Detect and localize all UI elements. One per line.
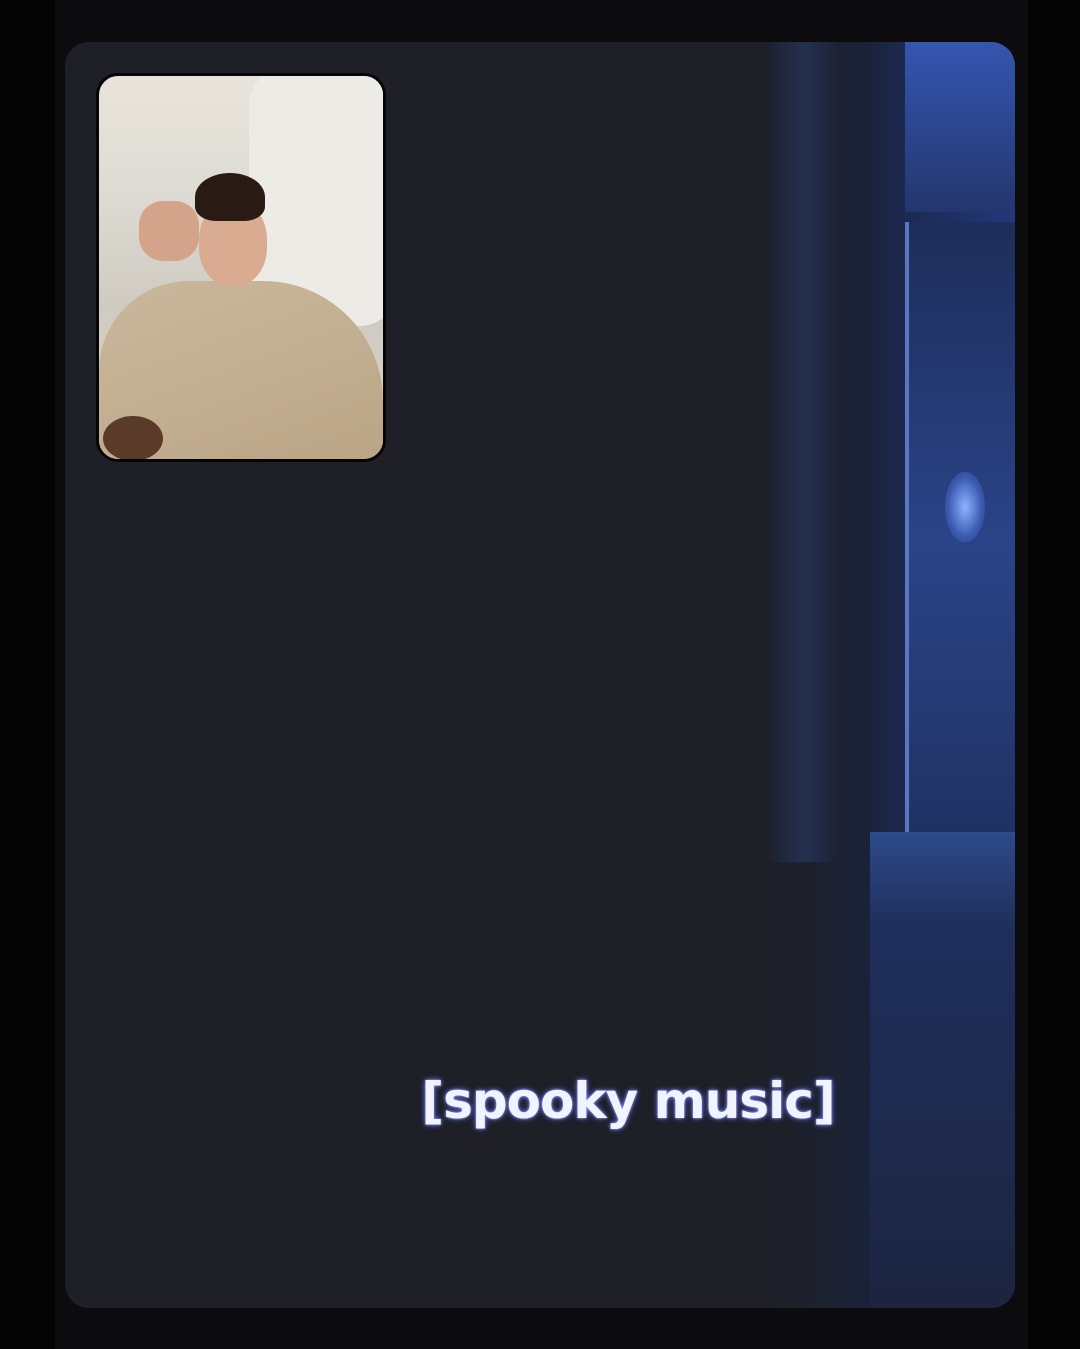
- left-border: [0, 0, 55, 1349]
- closed-caption: [spooky music]: [421, 1072, 835, 1130]
- scene-floor: [870, 832, 1015, 1308]
- right-border: [1028, 0, 1080, 1349]
- scene-light: [945, 472, 985, 542]
- self-view-pip[interactable]: [96, 73, 386, 462]
- person-hair: [195, 173, 265, 221]
- teddy-bear: [103, 416, 163, 459]
- peace-sign-hand: [139, 201, 199, 261]
- scene-window-glow: [905, 42, 1015, 212]
- scene-doorway: [905, 222, 1015, 862]
- scene-pillar: [770, 42, 840, 862]
